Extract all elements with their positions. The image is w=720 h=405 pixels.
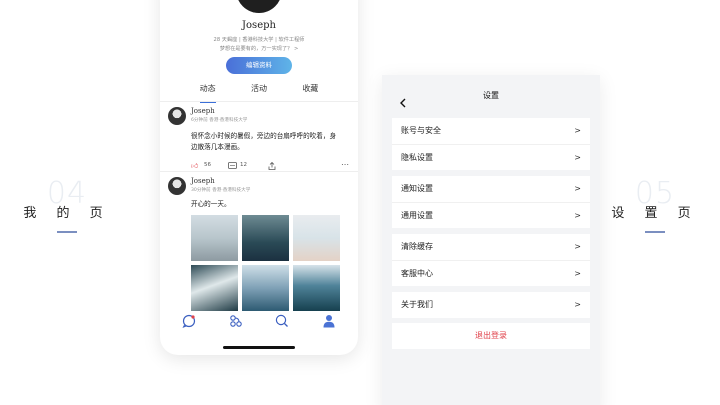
tab-activities[interactable]: 活动	[251, 83, 267, 99]
post-author: Joseph	[191, 107, 215, 115]
settings-item-general[interactable]: 通用设置 >	[392, 202, 590, 228]
divider	[160, 101, 358, 102]
profile-tabs: 动态 活动 收藏	[160, 83, 358, 103]
settings-item-notifications[interactable]: 通知设置 >	[392, 176, 590, 202]
settings-item-account-security[interactable]: 账号与安全 >	[392, 118, 590, 144]
settings-item-label: 清除缓存	[401, 242, 433, 251]
more-icon[interactable]: ⋯	[341, 160, 349, 169]
section-underline	[645, 231, 665, 233]
connections-icon[interactable]	[229, 313, 243, 332]
settings-item-privacy[interactable]: 隐私设置 >	[392, 144, 590, 170]
list-item[interactable]: Joseph 30分钟前 香港·香港科技大学 开心的一天。	[168, 177, 350, 312]
post-author: Joseph	[191, 177, 215, 185]
post-image[interactable]	[191, 215, 238, 261]
logout-button[interactable]: 退出登录	[392, 323, 590, 349]
settings-item-label: 关于我们	[401, 300, 433, 309]
chevron-right-icon: >	[574, 242, 581, 251]
settings-group: 清除缓存 > 客服中心 >	[392, 234, 590, 286]
profile-bio[interactable]: 梦想在是要有的，万一实现了？ >	[160, 45, 358, 52]
settings-item-label: 隐私设置	[401, 153, 433, 162]
section-label-profile: 04 我 的 页	[22, 176, 112, 233]
post-image[interactable]	[242, 265, 289, 311]
settings-item-label: 通用设置	[401, 211, 433, 220]
chevron-right-icon: >	[574, 211, 581, 220]
settings-item-clear-cache[interactable]: 清除缓存 >	[392, 234, 590, 260]
profile-name: Joseph	[242, 20, 276, 31]
chevron-right-icon: >	[574, 269, 581, 278]
profile-meta: 28 天蝎座 | 香港科技大学 | 软件工程师	[213, 37, 305, 43]
settings-item-label: 客服中心	[401, 269, 433, 278]
post-image[interactable]	[191, 265, 238, 311]
tab-posts[interactable]: 动态	[199, 83, 216, 103]
like-count: 56	[204, 162, 211, 168]
settings-item-label: 账号与安全	[401, 126, 441, 135]
section-label-settings: 05 设 置 页	[610, 176, 700, 233]
profile-icon[interactable]	[322, 313, 336, 332]
chevron-right-icon: >	[574, 184, 581, 193]
post-meta: 30分钟前 香港·香港科技大学	[191, 188, 251, 193]
comment-count: 12	[240, 162, 247, 168]
profile-screen: Joseph 28 天蝎座 | 香港科技大学 | 软件工程师 梦想在是要有的，万…	[160, 0, 358, 355]
avatar[interactable]	[236, 0, 282, 13]
comment-icon[interactable]	[228, 162, 237, 171]
settings-screen: 设置 账号与安全 > 隐私设置 > 通知设置 > 通用设置 > 清除缓存 > 客服中心 > …	[382, 75, 600, 405]
message-icon[interactable]	[182, 313, 196, 332]
settings-item-about[interactable]: 关于我们 >	[392, 292, 590, 318]
section-underline	[57, 231, 77, 233]
section-title: 设 置 页	[611, 206, 699, 221]
avatar[interactable]	[168, 177, 186, 195]
post-image-grid	[191, 215, 340, 311]
section-title: 我 的 页	[23, 206, 111, 221]
chevron-right-icon: >	[574, 300, 581, 309]
settings-group: 关于我们 >	[392, 292, 590, 318]
edit-profile-button[interactable]: 编辑资料	[226, 57, 292, 74]
chevron-right-icon: >	[574, 126, 581, 135]
settings-group: 通知设置 > 通用设置 >	[392, 176, 590, 228]
post-image[interactable]	[293, 265, 340, 311]
avatar[interactable]	[168, 107, 186, 125]
post-text: 很怀念小时候的暑假，旁边的台扇呼呼的吹着，身边散落几本漫画。	[191, 132, 337, 151]
page-title: 设置	[483, 91, 499, 100]
divider	[160, 171, 358, 172]
home-indicator	[223, 346, 295, 349]
search-icon[interactable]	[275, 313, 289, 332]
post-text: 开心的一天。	[191, 200, 231, 208]
bottom-nav	[160, 310, 358, 334]
settings-item-label: 通知设置	[401, 184, 433, 193]
settings-group: 账号与安全 > 隐私设置 >	[392, 118, 590, 170]
settings-item-customer-service[interactable]: 客服中心 >	[392, 260, 590, 286]
list-item[interactable]: Joseph 6分钟前 香港·香港科技大学 很怀念小时候的暑假，旁边的台扇呼呼的…	[168, 107, 350, 171]
thumb-up-icon[interactable]: 👍︎	[191, 161, 198, 170]
post-image[interactable]	[242, 215, 289, 261]
chevron-right-icon: >	[574, 153, 581, 162]
post-meta: 6分钟前 香港·香港科技大学	[191, 118, 248, 123]
post-image[interactable]	[293, 215, 340, 261]
tab-favorites[interactable]: 收藏	[302, 83, 318, 99]
